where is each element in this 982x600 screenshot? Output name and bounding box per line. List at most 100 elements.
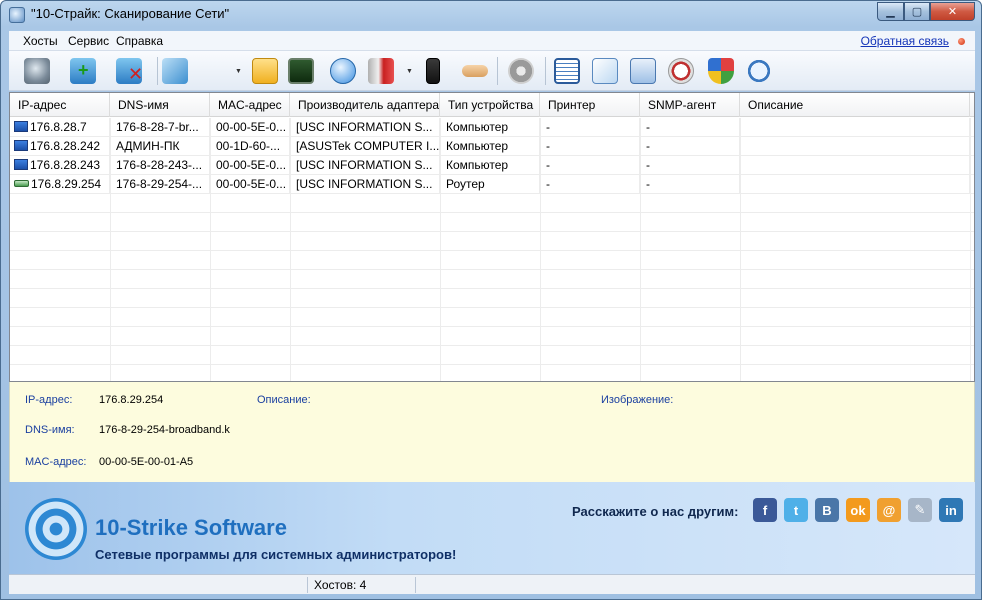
minimize-button[interactable]: ▁ — [877, 2, 904, 21]
caption-buttons: ▁ ▢ ✕ — [877, 2, 975, 21]
empty-row — [10, 365, 974, 381]
menu-service[interactable]: Сервис — [68, 34, 109, 48]
search-button[interactable] — [743, 55, 775, 87]
cell-vendor: [USC INFORMATION S... — [290, 156, 440, 175]
linkedin-icon[interactable]: in — [939, 498, 963, 522]
app-icon[interactable] — [9, 7, 25, 23]
search-icon — [746, 58, 772, 84]
column-snmp[interactable]: SNMP-агент — [640, 93, 740, 117]
phone-button[interactable] — [417, 55, 449, 87]
computer-icon — [14, 140, 28, 151]
cell-dns: 176-8-29-254-... — [110, 175, 210, 194]
cell-ip: 176.8.29.254 — [10, 175, 110, 194]
company-logo-icon[interactable] — [25, 498, 87, 560]
cell-snmp: - — [640, 156, 740, 175]
cell-text: 176-8-28-7-br... — [116, 120, 199, 134]
cell-mac: 00-00-5E-0... — [210, 118, 290, 137]
cell-text: 176.8.28.243 — [30, 158, 101, 172]
cell-printer: - — [540, 137, 640, 156]
cell-dns: 176-8-28-243-... — [110, 156, 210, 175]
scan-button[interactable] — [21, 55, 53, 87]
cell-text: АДМИН-ПК — [116, 139, 180, 153]
security-button[interactable] — [705, 55, 737, 87]
cell-desc — [740, 118, 970, 137]
feedback-link[interactable]: Обратная связь — [861, 34, 949, 48]
monitor-button[interactable] — [285, 55, 317, 87]
report-button[interactable] — [551, 55, 583, 87]
facebook-icon[interactable]: f — [753, 498, 777, 522]
table-row[interactable]: 176.8.28.243 176-8-28-243-... 00-00-5E-0..… — [10, 156, 974, 175]
empty-row — [10, 194, 974, 213]
close-button[interactable]: ✕ — [930, 2, 975, 21]
delete-host-icon: ✕ — [116, 58, 143, 84]
cell-text: - — [546, 139, 550, 153]
mail-icon[interactable]: @ — [877, 498, 901, 522]
cell-text: 176.8.29.254 — [31, 177, 102, 191]
table-row[interactable]: 176.8.29.254 176-8-29-254-... 00-00-5E-0..… — [10, 175, 974, 194]
cell-printer: - — [540, 156, 640, 175]
speed-button[interactable] — [665, 55, 697, 87]
toolbar: + ✕ ▼ ▼ — [9, 51, 975, 91]
network-dropdown-icon[interactable]: ▼ — [235, 68, 242, 75]
add-host-icon: + — [70, 58, 96, 84]
graph-button[interactable] — [627, 55, 659, 87]
cell-snmp: - — [640, 118, 740, 137]
maximize-button[interactable]: ▢ — [904, 2, 930, 21]
cell-mac: 00-00-5E-0... — [210, 156, 290, 175]
cell-printer: - — [540, 175, 640, 194]
column-mac[interactable]: MAC-адрес — [210, 93, 290, 117]
cell-mac: 00-1D-60-... — [210, 137, 290, 156]
brand-name[interactable]: 10-Strike Software — [95, 515, 287, 541]
column-description[interactable]: Описание — [740, 93, 970, 117]
settings-button[interactable] — [505, 55, 537, 87]
cell-text: - — [646, 120, 650, 134]
odnoklassniki-icon[interactable]: ok — [846, 498, 870, 522]
column-dns[interactable]: DNS-имя — [110, 93, 210, 117]
detail-mac-value: 00-00-5E-00-01-A5 — [99, 456, 194, 468]
handshake-button[interactable] — [459, 55, 491, 87]
hosts-table[interactable]: IP-адрес DNS-имя MAC-адрес Производитель… — [9, 92, 975, 382]
column-vendor[interactable]: Производитель адаптера — [290, 93, 440, 117]
computer-icon — [14, 159, 28, 170]
map-button[interactable] — [589, 55, 621, 87]
cell-desc — [740, 175, 970, 194]
cell-printer: - — [540, 118, 640, 137]
cell-snmp: - — [640, 137, 740, 156]
empty-row — [10, 346, 974, 365]
go-button[interactable] — [327, 55, 359, 87]
open-folder-button[interactable] — [249, 55, 281, 87]
delete-host-button[interactable]: ✕ — [113, 55, 145, 87]
add-host-button[interactable]: + — [67, 55, 99, 87]
menu-help[interactable]: Справка — [116, 34, 163, 48]
status-indicator-icon — [958, 38, 965, 45]
column-printer[interactable]: Принтер — [540, 93, 640, 117]
cell-device: Компьютер — [440, 137, 540, 156]
cell-device: Компьютер — [440, 156, 540, 175]
vkontakte-icon[interactable]: B — [815, 498, 839, 522]
status-separator — [415, 577, 416, 593]
table-header: IP-адрес DNS-имя MAC-адрес Производитель… — [10, 93, 974, 117]
cell-text: Компьютер — [446, 120, 509, 134]
table-row[interactable]: 176.8.28.7 176-8-28-7-br... 00-00-5E-0... [… — [10, 118, 974, 137]
twitter-icon[interactable]: t — [784, 498, 808, 522]
cell-text: 176-8-29-254-... — [116, 177, 203, 191]
cell-text: 00-00-5E-0... — [216, 120, 287, 134]
livejournal-icon[interactable]: ✎ — [908, 498, 932, 522]
empty-row — [10, 232, 974, 251]
cell-ip: 176.8.28.7 — [10, 118, 110, 137]
column-device-type[interactable]: Тип устройства — [440, 93, 540, 117]
empty-row — [10, 289, 974, 308]
menu-hosts[interactable]: Хосты — [23, 34, 58, 48]
promo-banner: 10-Strike Software Сетевые программы для… — [9, 482, 975, 574]
handshake-icon — [462, 65, 488, 77]
minimize-icon: ▁ — [886, 6, 895, 18]
network-button[interactable] — [159, 55, 191, 87]
cell-vendor: [USC INFORMATION S... — [290, 118, 440, 137]
tools-dropdown-icon[interactable]: ▼ — [406, 68, 413, 75]
table-row[interactable]: 176.8.28.242 АДМИН-ПК 00-1D-60-... [ASUSTek… — [10, 137, 974, 156]
column-ip[interactable]: IP-адрес — [10, 93, 110, 117]
folder-icon — [252, 58, 278, 84]
cell-text: - — [646, 139, 650, 153]
tools-button[interactable] — [365, 55, 397, 87]
report-icon — [554, 58, 580, 84]
